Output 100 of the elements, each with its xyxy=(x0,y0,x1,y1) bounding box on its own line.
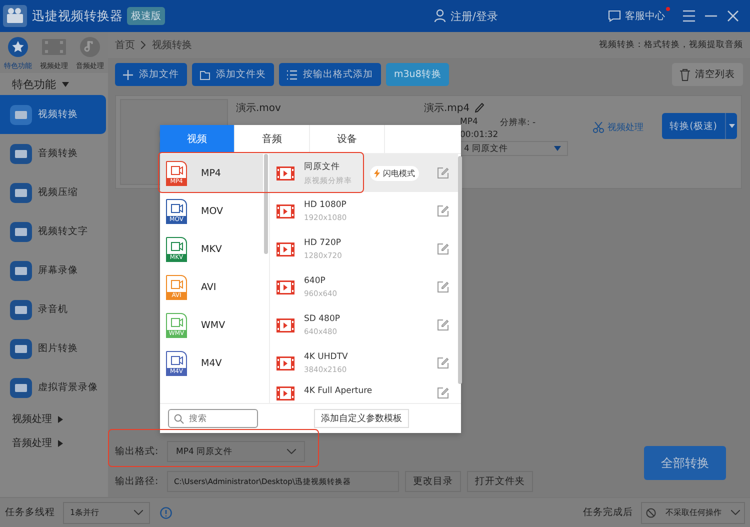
sidebar-item[interactable]: 视频转文字 xyxy=(0,212,106,251)
after-tasks-label: 任务完成后 xyxy=(583,506,633,519)
app-title: 迅捷视频转换器 xyxy=(32,8,123,24)
sidebar-item[interactable]: 屏幕录像 xyxy=(0,251,106,290)
login-link[interactable]: 注册/登录 xyxy=(434,8,498,24)
output-format-dropdown[interactable]: MP4 同原文件 xyxy=(167,441,305,462)
edit-icon xyxy=(437,281,449,293)
video-camera-icon xyxy=(170,166,182,174)
preset-name: HD 1080P xyxy=(304,200,347,210)
preset-name: HD 720P xyxy=(304,238,342,248)
caret-right-icon xyxy=(58,440,63,446)
edit-icon xyxy=(437,243,449,255)
scrollbar[interactable] xyxy=(458,156,462,384)
prohibited-icon xyxy=(646,508,656,518)
film-strip-icon xyxy=(276,356,295,370)
output-format-label: 输出格式: xyxy=(115,445,160,458)
film-strip-icon xyxy=(276,280,295,294)
format-tab[interactable]: 设备 xyxy=(310,125,385,153)
sidebar-item[interactable]: 音频转换 xyxy=(0,134,106,173)
sidebar-group[interactable]: 视频处理 xyxy=(0,407,108,431)
threads-dropdown[interactable]: 1条并行 xyxy=(63,502,150,524)
sidebar-item[interactable]: 视频压缩 xyxy=(0,173,106,212)
convert-button[interactable]: 转换(极速) xyxy=(662,113,725,139)
resolution-label: 分辨率: - xyxy=(500,117,536,129)
clear-list-button[interactable]: 清空列表 xyxy=(672,63,743,86)
page-description: 视频转换：格式转换，视频提取音频 xyxy=(599,39,743,51)
preset-name: 640P xyxy=(304,276,326,286)
feature-icon xyxy=(10,222,32,242)
video-edit-link[interactable]: 视频处理 xyxy=(592,121,644,134)
format-tab[interactable]: 视频 xyxy=(160,125,235,153)
search-icon xyxy=(174,414,184,424)
edit-preset-button[interactable] xyxy=(436,280,450,294)
feature-icon xyxy=(10,300,32,320)
section-heading: 特色功能 xyxy=(0,73,108,95)
edit-preset-button[interactable] xyxy=(436,204,450,218)
sidebar-item[interactable]: 图片转换 xyxy=(0,329,106,368)
caret-down-icon xyxy=(62,82,69,87)
feature-icon xyxy=(10,260,32,280)
video-camera-icon xyxy=(170,280,182,288)
edit-preset-button[interactable] xyxy=(436,356,450,370)
output-path-label: 输出路径: xyxy=(115,475,160,488)
video-camera-icon xyxy=(170,242,182,250)
film-strip-icon xyxy=(276,386,295,401)
sidebar-item[interactable]: 录音机 xyxy=(0,290,106,329)
preset-name: 同原文件 xyxy=(304,160,341,172)
list-icon xyxy=(287,70,297,80)
add-template-button[interactable]: 添加自定义参数模板 xyxy=(314,409,409,428)
caret-right-icon xyxy=(58,416,63,422)
chevron-down-icon xyxy=(287,449,296,454)
video-camera-icon xyxy=(170,356,182,364)
toolbar-button[interactable]: 按输出格式添加 xyxy=(279,63,381,86)
caret-down-icon xyxy=(554,146,561,151)
format-tab[interactable]: 音频 xyxy=(235,125,310,153)
music-disc-icon xyxy=(79,36,101,58)
convert-all-button[interactable]: 全部转换 xyxy=(644,446,726,480)
edit-preset-button[interactable] xyxy=(436,318,450,332)
preset-name: 4K Full Aperture xyxy=(304,386,372,396)
edit-preset-button[interactable] xyxy=(436,166,450,180)
convert-menu-button[interactable] xyxy=(725,113,737,139)
toolbar-button[interactable]: 添加文件夹 xyxy=(192,63,274,86)
format-value: MP4 xyxy=(460,117,478,129)
lightning-icon xyxy=(374,168,380,178)
sidebar-item[interactable]: 虚拟背景录像 xyxy=(0,368,106,407)
toolbar-button[interactable]: m3u8转换 xyxy=(386,63,450,86)
chat-icon xyxy=(608,10,621,22)
source-file-name: 演示.mov xyxy=(236,103,281,114)
scrollbar[interactable] xyxy=(264,154,268,254)
chevron-down-icon xyxy=(731,510,740,515)
output-file-name: 演示.mp4 xyxy=(424,102,470,115)
duration-value: 00:01:32 xyxy=(460,130,498,140)
feature-icon xyxy=(10,338,32,358)
breadcrumb-link[interactable]: 首页 xyxy=(115,38,135,52)
plus-icon xyxy=(123,70,133,80)
chevron-right-icon xyxy=(141,41,146,49)
scissors-icon xyxy=(592,122,604,133)
change-folder-button[interactable]: 更改目录 xyxy=(405,471,461,492)
after-tasks-dropdown[interactable]: 不采取任何操作 xyxy=(641,502,745,524)
edit-icon xyxy=(437,387,449,399)
toolbar-button[interactable]: 添加文件 xyxy=(115,63,187,86)
pencil-icon xyxy=(474,103,484,113)
edit-icon xyxy=(437,319,449,331)
film-strip-icon xyxy=(276,242,295,256)
edit-preset-button[interactable] xyxy=(436,242,450,256)
preset-dropdown[interactable]: 4 同原文件 xyxy=(460,141,568,156)
feature-icon xyxy=(10,144,32,164)
edit-preset-button[interactable] xyxy=(436,386,450,400)
app-logo-icon xyxy=(3,5,27,27)
video-camera-icon xyxy=(170,204,182,212)
menu-icon xyxy=(682,9,696,23)
trash-icon xyxy=(680,68,690,80)
sidebar-group[interactable]: 音频处理 xyxy=(0,431,108,455)
edit-icon xyxy=(437,167,449,179)
edit-icon xyxy=(437,205,449,217)
feature-icon xyxy=(10,104,32,124)
film-icon xyxy=(41,36,67,58)
support-button[interactable]: 客服中心 xyxy=(608,9,665,23)
search-field[interactable]: 搜索 xyxy=(168,409,258,428)
sidebar-item[interactable]: 视频转换 xyxy=(0,95,106,134)
preset-item[interactable]: 4K Full Aperture xyxy=(270,382,458,404)
open-folder-button[interactable]: 打开文件夹 xyxy=(467,471,533,492)
